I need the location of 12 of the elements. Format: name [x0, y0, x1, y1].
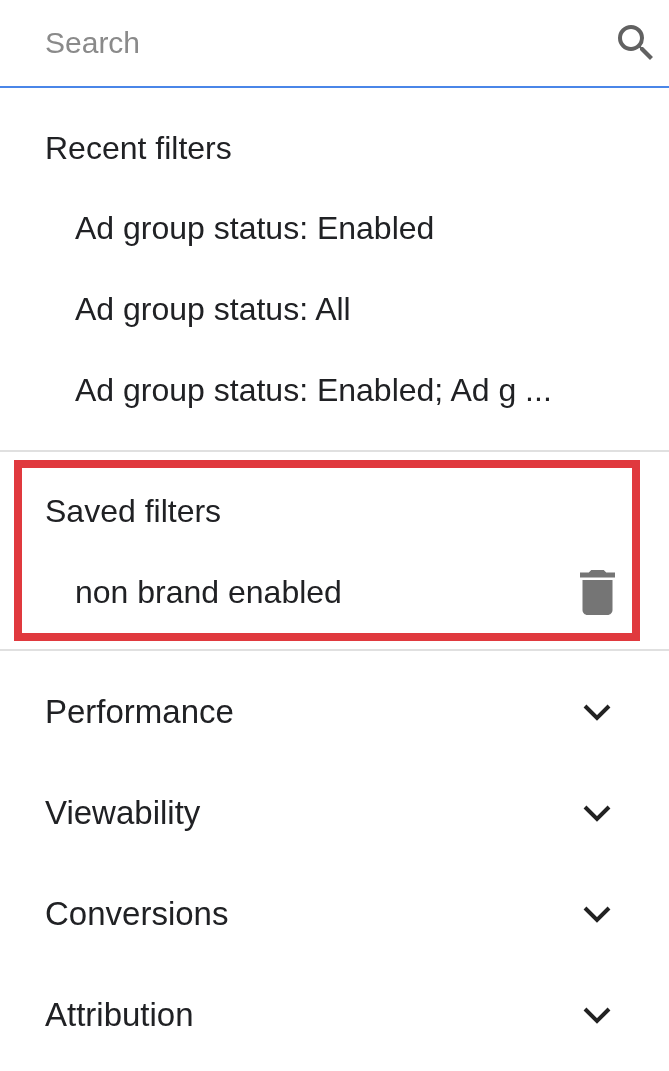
- trash-icon[interactable]: [580, 570, 615, 615]
- filter-category[interactable]: Performance: [0, 661, 669, 762]
- recent-filter-item[interactable]: Ad group status: All: [0, 269, 669, 350]
- search-field[interactable]: Search: [45, 26, 612, 60]
- filter-category[interactable]: Conversions: [0, 863, 669, 964]
- recent-filter-item[interactable]: Ad group status: Enabled: [0, 188, 669, 269]
- filter-category[interactable]: Viewability: [0, 762, 669, 863]
- saved-filter-item[interactable]: non brand enabled: [75, 574, 342, 611]
- section-heading: Recent filters: [44, 129, 233, 168]
- recent-filter-item[interactable]: Ad group status: Enabled; Ad g ...: [0, 350, 669, 431]
- section-heading: Saved filters: [44, 492, 223, 531]
- filter-category[interactable]: Attribution: [0, 964, 669, 1065]
